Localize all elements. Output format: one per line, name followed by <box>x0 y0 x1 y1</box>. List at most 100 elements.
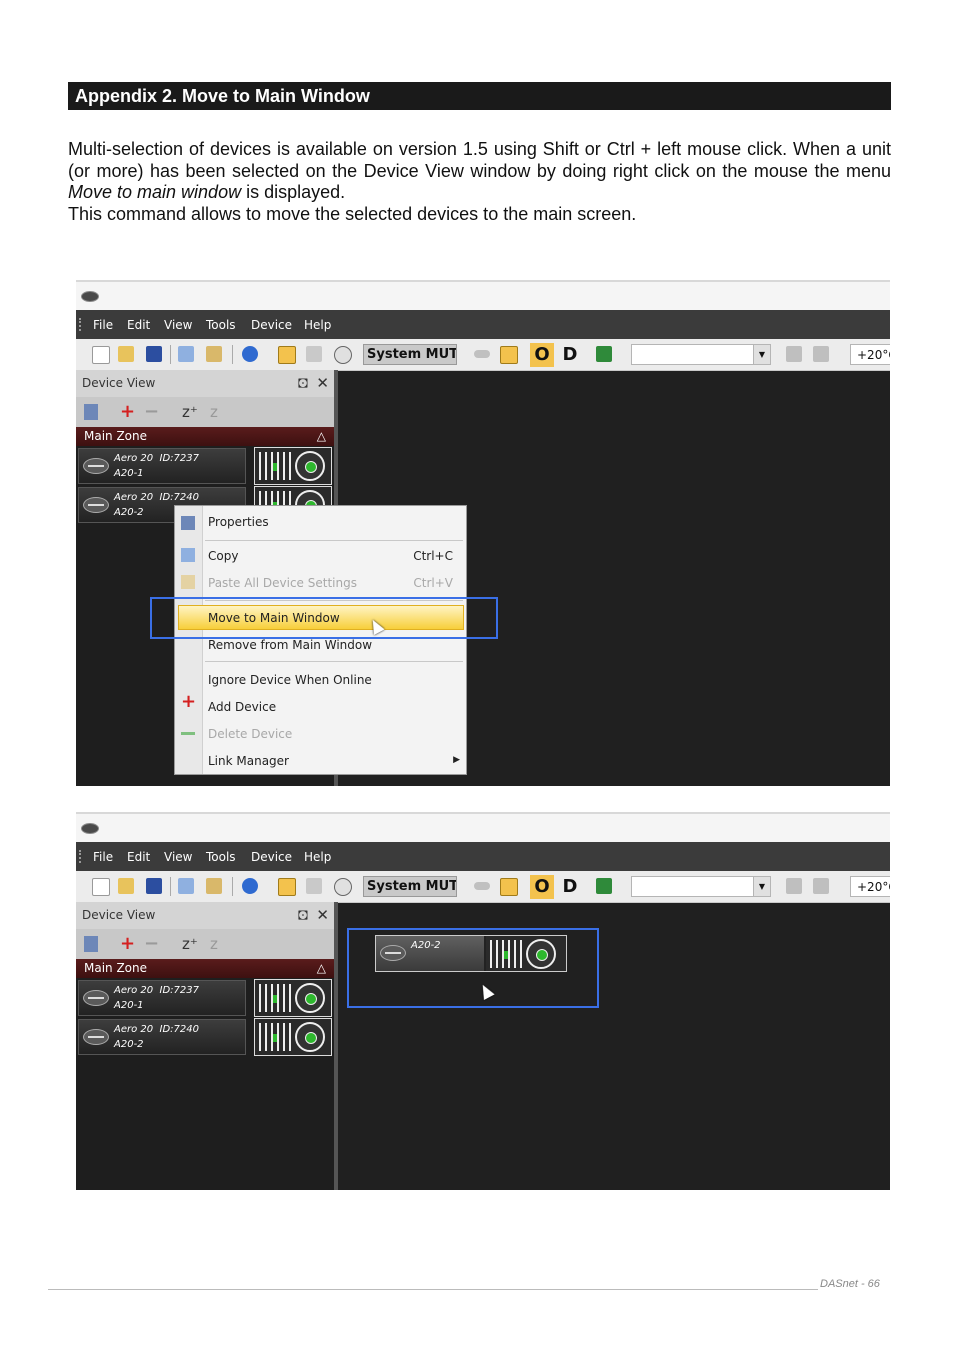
status-led <box>273 463 277 471</box>
amp-panel-graphic <box>259 452 295 480</box>
temperature-field: +20°C <box>850 344 890 365</box>
help-icon[interactable] <box>242 346 258 362</box>
d-toggle-button[interactable]: D <box>558 875 582 899</box>
zone-header[interactable]: Main Zone △ <box>76 427 334 446</box>
close-icon[interactable]: ✕ <box>316 902 329 929</box>
device-tree-icon[interactable] <box>278 346 296 364</box>
device-model: Aero 20 <box>114 985 154 996</box>
device-id: ID:7240 <box>159 492 199 503</box>
system-mute-button[interactable]: System MUTE <box>363 344 457 365</box>
toolbar-separator <box>170 877 171 896</box>
intro-second-line: This command allows to move the selected… <box>68 203 637 224</box>
properties-icon <box>181 516 195 530</box>
menu-help[interactable]: Help <box>304 318 331 332</box>
menu-tools[interactable]: Tools <box>206 850 236 864</box>
device-label: Aero 20 ID:7240 A20-2 <box>114 1022 199 1052</box>
device-row-a20-2[interactable]: Aero 20 ID:7240 A20-2 <box>78 1018 332 1056</box>
graph2-icon[interactable] <box>813 878 829 894</box>
image-icon[interactable] <box>596 878 612 894</box>
speaker-image-icon <box>254 1018 332 1056</box>
add-icon[interactable]: + <box>120 933 135 955</box>
signal-icon[interactable] <box>334 878 352 896</box>
new-icon[interactable] <box>92 878 110 896</box>
menu-file[interactable]: File <box>93 850 113 864</box>
collapse-icon[interactable]: △ <box>317 959 326 978</box>
link-icon[interactable] <box>474 350 490 358</box>
device-label: Aero 20 ID:7237 A20-1 <box>114 451 199 481</box>
pin-icon[interactable]: 🖸 <box>298 370 308 397</box>
open-icon[interactable] <box>118 346 134 362</box>
chevron-down-icon[interactable]: ▼ <box>753 345 770 364</box>
copy-icon[interactable] <box>178 878 194 894</box>
temperature-field: +20°C <box>850 876 890 897</box>
copy-icon[interactable] <box>178 346 194 362</box>
device-view-title: Device View <box>82 908 156 922</box>
save-icon[interactable] <box>146 346 162 362</box>
menu-view[interactable]: View <box>164 850 192 864</box>
list-icon[interactable] <box>306 878 322 894</box>
zoom-in-icon[interactable]: z⁺ <box>182 401 198 423</box>
status-led <box>273 995 277 1003</box>
pin-icon[interactable]: 🖸 <box>298 902 308 929</box>
properties-icon[interactable] <box>84 936 98 952</box>
collapse-icon[interactable]: △ <box>317 427 326 446</box>
menu-item-properties[interactable]: Properties <box>208 515 269 529</box>
device-row-a20-1[interactable]: Aero 20 ID:7237 A20-1 <box>78 447 332 485</box>
zoom-in-icon[interactable]: z⁺ <box>182 933 198 955</box>
o-toggle-button[interactable]: O <box>530 875 554 899</box>
paste-icon[interactable] <box>206 878 222 894</box>
window-titlebar <box>76 280 890 310</box>
help-icon[interactable] <box>242 878 258 894</box>
group-icon[interactable] <box>500 346 518 364</box>
zone-header[interactable]: Main Zone △ <box>76 959 334 978</box>
menu-device[interactable]: Device <box>251 850 292 864</box>
new-icon[interactable] <box>92 346 110 364</box>
menu-item-remove-from-main-window[interactable]: Remove from Main Window <box>208 638 372 652</box>
graph2-icon[interactable] <box>813 346 829 362</box>
preset-combo[interactable]: ▼ <box>631 876 771 897</box>
graph-icon[interactable] <box>786 346 802 362</box>
properties-icon[interactable] <box>84 404 98 420</box>
d-toggle-button[interactable]: D <box>558 343 582 367</box>
device-id: ID:7240 <box>159 1024 199 1035</box>
menu-help[interactable]: Help <box>304 850 331 864</box>
paste-icon[interactable] <box>206 346 222 362</box>
signal-icon[interactable] <box>334 346 352 364</box>
zone-title: Main Zone <box>84 961 148 975</box>
save-icon[interactable] <box>146 878 162 894</box>
menu-view[interactable]: View <box>164 318 192 332</box>
menu-item-paste-settings: Paste All Device Settings <box>208 576 357 590</box>
device-name: A20-1 <box>114 468 144 479</box>
o-toggle-button[interactable]: O <box>530 343 554 367</box>
menu-item-link-manager[interactable]: Link Manager <box>208 754 289 768</box>
menu-file[interactable]: File <box>93 318 113 332</box>
menu-item-add-device[interactable]: Add Device <box>208 700 276 714</box>
device-view-toolbar: + − z⁺ z <box>76 397 334 427</box>
preset-combo[interactable]: ▼ <box>631 344 771 365</box>
link-icon[interactable] <box>474 882 490 890</box>
das-logo-icon <box>83 1029 109 1045</box>
chevron-down-icon[interactable]: ▼ <box>753 877 770 896</box>
image-icon[interactable] <box>596 346 612 362</box>
menu-edit[interactable]: Edit <box>127 850 150 864</box>
menu-item-ignore-device[interactable]: Ignore Device When Online <box>208 673 372 687</box>
device-body: Aero 20 ID:7237 A20-1 <box>78 448 246 484</box>
menu-item-copy[interactable]: Copy <box>208 549 238 563</box>
paste-icon <box>181 575 195 589</box>
device-tree-icon[interactable] <box>278 878 296 896</box>
menu-tools[interactable]: Tools <box>206 318 236 332</box>
device-row-a20-1[interactable]: Aero 20 ID:7237 A20-1 <box>78 979 332 1017</box>
close-icon[interactable]: ✕ <box>316 370 329 397</box>
menu-device[interactable]: Device <box>251 318 292 332</box>
graph-icon[interactable] <box>786 878 802 894</box>
system-mute-button[interactable]: System MUTE <box>363 876 457 897</box>
zoom-out-icon: z <box>210 403 218 421</box>
add-icon[interactable]: + <box>120 401 135 423</box>
list-icon[interactable] <box>306 346 322 362</box>
appendix-heading: Appendix 2. Move to Main Window <box>68 82 891 110</box>
menu-edit[interactable]: Edit <box>127 318 150 332</box>
device-name: A20-2 <box>114 507 144 518</box>
device-id: ID:7237 <box>159 453 199 464</box>
open-icon[interactable] <box>118 878 134 894</box>
group-icon[interactable] <box>500 878 518 896</box>
